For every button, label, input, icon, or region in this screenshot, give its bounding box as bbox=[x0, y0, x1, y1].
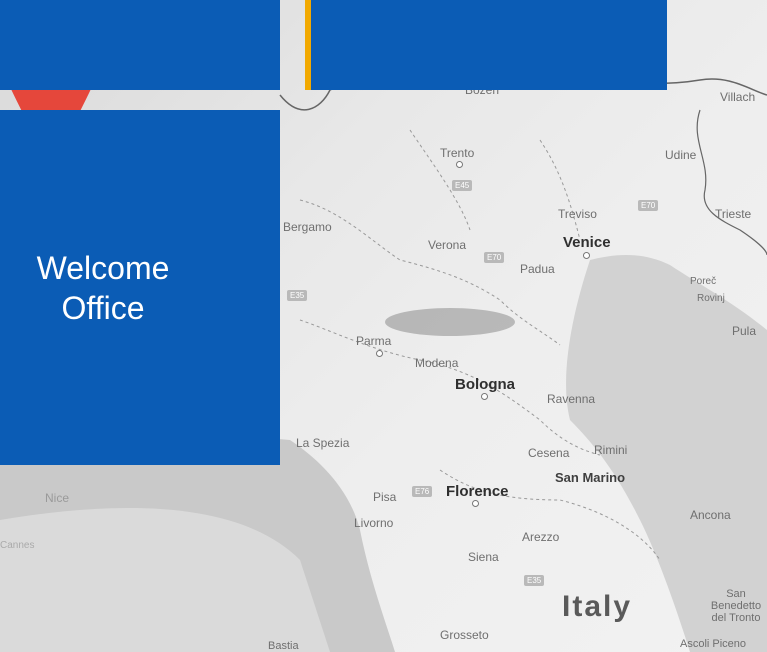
country-label: Italy bbox=[562, 590, 633, 623]
city-label: Siena bbox=[468, 550, 499, 564]
city-label: Nice bbox=[45, 491, 70, 505]
welcome-panel: Welcome Office bbox=[0, 110, 280, 465]
city-dot bbox=[376, 350, 383, 357]
road-shield: E70 bbox=[484, 252, 505, 263]
city-label: Treviso bbox=[558, 207, 597, 221]
city-label: Pula bbox=[732, 324, 757, 338]
welcome-heading: Welcome Office bbox=[3, 248, 203, 328]
city-label-major: Florence bbox=[446, 483, 509, 500]
city-label: Bastia bbox=[268, 640, 299, 652]
road-shield: E76 bbox=[412, 486, 433, 497]
city-label: Parma bbox=[356, 334, 392, 348]
city-label: Pisa bbox=[373, 490, 397, 504]
road-shield: E45 bbox=[452, 180, 473, 191]
city-label: Grosseto bbox=[440, 628, 489, 642]
city-label: Cannes bbox=[0, 540, 35, 551]
city-label: Ascoli Piceno bbox=[680, 638, 747, 650]
road-shield: E35 bbox=[524, 575, 545, 586]
pin-shadow bbox=[385, 308, 515, 336]
city-dot bbox=[472, 500, 479, 507]
city-label: Modena bbox=[415, 356, 459, 370]
city-label: Livorno bbox=[354, 516, 394, 530]
city-label: Padua bbox=[520, 262, 555, 276]
city-label: Villach bbox=[720, 90, 756, 104]
city-label: Udine bbox=[665, 148, 697, 162]
region-border bbox=[539, 139, 581, 241]
header-panel-right bbox=[305, 0, 667, 90]
city-label: Cesena bbox=[528, 446, 570, 460]
border-line-east bbox=[696, 109, 767, 256]
city-label: Trento bbox=[440, 146, 475, 160]
city-label-major: Bologna bbox=[455, 376, 515, 393]
region-border bbox=[299, 319, 601, 456]
city-dot bbox=[481, 393, 488, 400]
city-dot bbox=[456, 161, 463, 168]
city-label: La Spezia bbox=[296, 436, 350, 450]
city-label: Rovinj bbox=[697, 293, 725, 304]
city-label: Trieste bbox=[715, 207, 752, 221]
city-label: Rimini bbox=[594, 443, 628, 457]
road-shield: E35 bbox=[287, 290, 308, 301]
city-dot bbox=[583, 252, 590, 259]
city-label-major: San Marino bbox=[555, 470, 626, 485]
city-label: Ancona bbox=[690, 508, 731, 522]
city-label-major: Venice bbox=[563, 234, 611, 251]
welcome-line-2: Office bbox=[61, 289, 145, 326]
city-label: Bergamo bbox=[283, 220, 332, 234]
city-label: Ravenna bbox=[547, 392, 596, 406]
city-label: Arezzo bbox=[522, 530, 560, 544]
road-shield: E70 bbox=[638, 200, 659, 211]
welcome-line-1: Welcome bbox=[36, 249, 170, 286]
header-panel-left bbox=[0, 0, 280, 90]
city-label: San Benedetto del Tronto bbox=[710, 588, 762, 624]
city-label: Verona bbox=[428, 238, 467, 252]
city-label: Poreč bbox=[690, 276, 717, 287]
